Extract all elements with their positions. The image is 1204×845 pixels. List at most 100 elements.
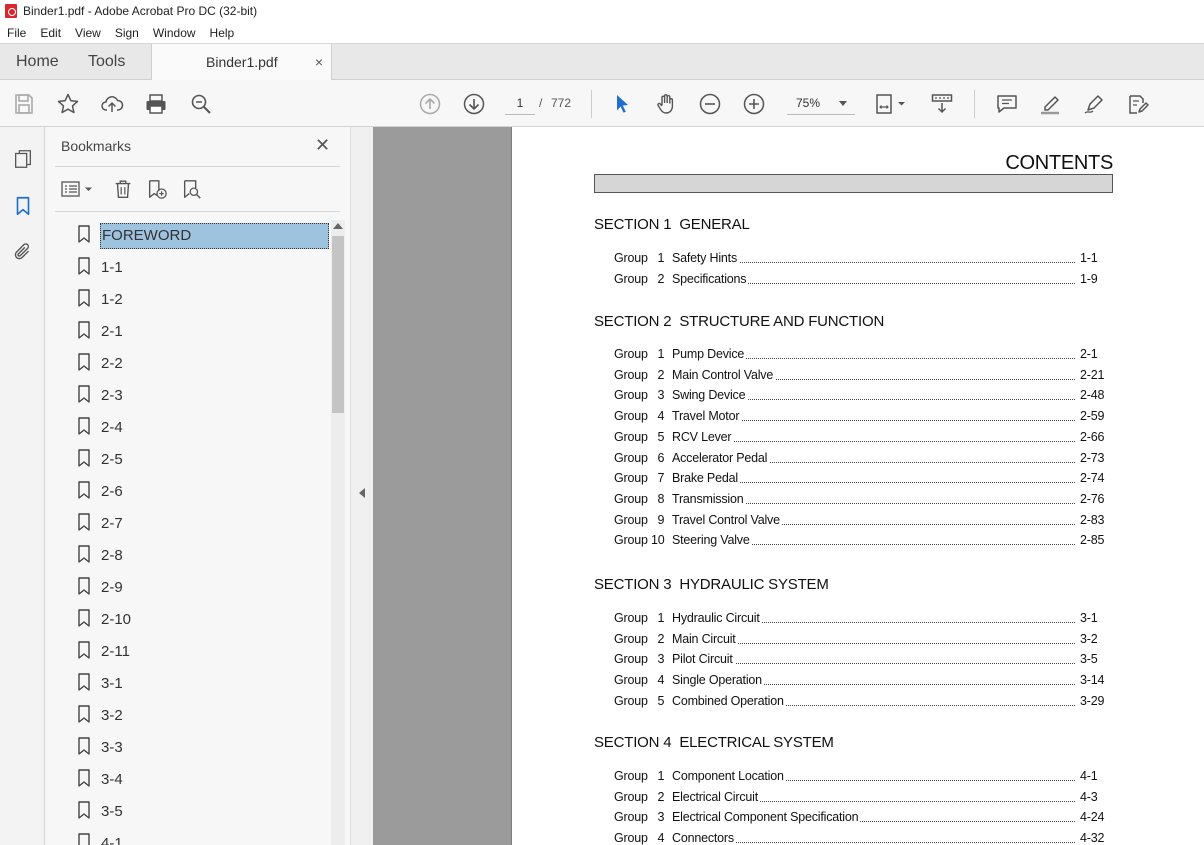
highlight-pen-icon[interactable] [1037, 91, 1063, 117]
delete-bookmark-icon[interactable] [110, 176, 136, 202]
bookmark-item[interactable]: 3-2 [45, 700, 331, 728]
save-icon[interactable] [11, 91, 37, 117]
bookmark-item[interactable]: 2-7 [45, 508, 331, 536]
bookmark-item[interactable]: 2-4 [45, 412, 331, 440]
page-fit-icon[interactable] [873, 91, 909, 117]
bookmark-item[interactable]: 3-1 [45, 668, 331, 696]
bookmark-icon [78, 609, 90, 627]
toc-group-number: Group 5 [614, 429, 665, 444]
collapse-panel-arrow-icon[interactable] [359, 488, 365, 498]
bookmark-item[interactable]: 3-4 [45, 764, 331, 792]
toc-group-number: Group 7 [614, 471, 665, 486]
menu-view[interactable]: View [68, 26, 108, 40]
bookmark-item[interactable]: 2-6 [45, 476, 331, 504]
bookmark-item[interactable]: 2-1 [45, 316, 331, 344]
toc-entry[interactable]: Group 3 Swing Device 2-48 [614, 388, 1105, 404]
toc-entry-title: Electrical Circuit [672, 789, 760, 804]
next-page-icon[interactable] [461, 91, 487, 117]
toc-entry-title: Brake Pedal [672, 471, 740, 486]
toc-entry[interactable]: Group 2 Electrical Circuit 4-3 [614, 789, 1105, 806]
upload-cloud-icon[interactable] [99, 91, 125, 117]
menu-file[interactable]: File [0, 26, 33, 40]
toc-entry-title: Specifications [672, 271, 749, 286]
zoom-out-icon[interactable] [697, 91, 723, 117]
hand-tool-icon[interactable] [653, 91, 679, 117]
toc-entry[interactable]: Group 2 Specifications 1-9 [614, 271, 1105, 288]
close-icon[interactable]: ✕ [315, 135, 330, 155]
bookmark-item[interactable]: 3-3 [45, 732, 331, 760]
bookmark-item[interactable]: 2-8 [45, 540, 331, 568]
toc-entry[interactable]: Group 1 Component Location 4-1 [614, 769, 1105, 785]
bookmark-icon [78, 225, 90, 243]
toc-entry[interactable]: Group 1 Safety Hints 1-1 [614, 251, 1105, 267]
page-thumbnails-icon[interactable] [10, 146, 36, 172]
find-bookmark-icon[interactable] [179, 176, 205, 202]
bookmark-item[interactable]: 2-2 [45, 348, 331, 376]
toc-entry[interactable]: Group 1 Hydraulic Circuit 3-1 [614, 611, 1105, 627]
menu-edit[interactable]: Edit [33, 26, 68, 40]
toc-entry[interactable]: Group 2 Main Control Valve 2-21 [614, 367, 1105, 384]
toc-entry[interactable]: Group 10 Steering Valve 2-85 [614, 533, 1105, 549]
tab-document[interactable]: Binder1.pdf × [151, 44, 332, 81]
bookmark-item[interactable]: 4-1 [45, 828, 331, 845]
toc-entry[interactable]: Group 1 Pump Device 2-1 [614, 347, 1105, 363]
tab-home[interactable]: Home [16, 44, 59, 80]
attachment-icon[interactable] [10, 239, 36, 265]
toc-entry[interactable]: Group 5 Combined Operation 3-29 [614, 693, 1105, 710]
bookmark-item[interactable]: 2-5 [45, 444, 331, 472]
bookmark-item[interactable]: 3-5 [45, 796, 331, 824]
toc-entry[interactable]: Group 5 RCV Lever 2-66 [614, 429, 1105, 446]
print-icon[interactable] [143, 91, 169, 117]
bookmark-item[interactable]: 1-1 [45, 252, 331, 280]
bookmark-panel-icon[interactable] [10, 193, 36, 219]
section-heading: SECTION 1 GENERAL [594, 216, 750, 233]
tab-tools[interactable]: Tools [88, 44, 125, 80]
bookmark-item[interactable]: FOREWORD [45, 220, 331, 249]
zoom-level-select[interactable]: 75% [787, 91, 855, 115]
sign-pen-icon[interactable] [1081, 91, 1107, 117]
previous-page-icon[interactable] [417, 91, 443, 117]
toc-entry[interactable]: Group 2 Main Circuit 3-2 [614, 631, 1105, 648]
bookmark-item[interactable]: 2-3 [45, 380, 331, 408]
toc-group-number: Group 1 [614, 251, 665, 265]
zoom-in-icon[interactable] [741, 91, 767, 117]
toc-entry[interactable]: Group 8 Transmission 2-76 [614, 491, 1105, 508]
bookmark-item[interactable]: 2-11 [45, 636, 331, 664]
close-tab-icon[interactable]: × [315, 44, 323, 80]
menu-window[interactable]: Window [146, 26, 203, 40]
panel-splitter[interactable] [350, 127, 373, 845]
bookmark-options-icon[interactable] [59, 176, 97, 202]
bookmark-label: 1-2 [101, 291, 123, 308]
toc-entry[interactable]: Group 7 Brake Pedal 2-74 [614, 471, 1105, 487]
bookmark-item[interactable]: 2-10 [45, 604, 331, 632]
bookmark-scrollbar[interactable] [331, 220, 345, 845]
bookmark-label: 1-1 [101, 259, 123, 276]
toc-entry[interactable]: Group 6 Accelerator Pedal 2-73 [614, 450, 1105, 467]
fill-sign-icon[interactable] [1125, 91, 1151, 117]
toc-entry[interactable]: Group 4 Single Operation 3-14 [614, 673, 1105, 689]
comment-icon[interactable] [994, 91, 1020, 117]
find-zoom-icon[interactable] [188, 91, 214, 117]
bookmark-item[interactable]: 1-2 [45, 284, 331, 312]
menu-help[interactable]: Help [203, 26, 242, 40]
bookmark-icon [78, 385, 90, 403]
toc-entry[interactable]: Group 3 Electrical Component Specificatio… [614, 810, 1105, 826]
bookmark-icon [78, 705, 90, 723]
toc-group-number: Group 2 [614, 367, 665, 382]
bookmark-item[interactable]: 2-9 [45, 572, 331, 600]
star-icon[interactable] [55, 91, 81, 117]
toc-entry[interactable]: Group 4 Travel Motor 2-59 [614, 409, 1105, 425]
scroll-mode-icon[interactable] [929, 91, 955, 117]
toc-entry[interactable]: Group 4 Connectors 4-32 [614, 831, 1105, 845]
scrollbar-thumb[interactable] [332, 236, 344, 413]
toc-entry[interactable]: Group 3 Pilot Circuit 3-5 [614, 652, 1105, 668]
new-bookmark-icon[interactable] [144, 176, 170, 202]
page-number-input[interactable]: 1 [505, 91, 535, 115]
select-pointer-icon[interactable] [609, 91, 635, 117]
bookmark-icon [78, 481, 90, 499]
toc-entry[interactable]: Group 9 Travel Control Valve 2-83 [614, 512, 1105, 529]
menu-sign[interactable]: Sign [108, 26, 146, 40]
bookmark-icon [78, 417, 90, 435]
scroll-up-arrow-icon[interactable] [333, 223, 343, 229]
document-viewer[interactable]: CONTENTS SECTION 1 GENERAL Group 1 Safety … [373, 127, 1204, 845]
